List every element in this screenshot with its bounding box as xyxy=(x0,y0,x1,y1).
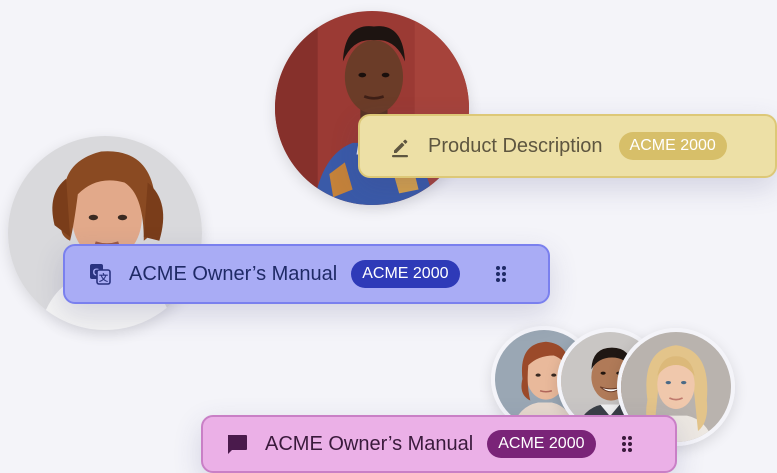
card-title: Product Description xyxy=(428,134,603,157)
drag-handle-icon[interactable] xyxy=(618,433,636,455)
product-description-card[interactable]: Product Description ACME 2000 xyxy=(358,114,777,178)
translate-icon: G 文 xyxy=(87,261,113,287)
product-badge: ACME 2000 xyxy=(487,430,596,458)
owners-manual-card-blue[interactable]: G 文 ACME Owner’s Manual ACME 2000 xyxy=(63,244,550,304)
pen-icon xyxy=(387,133,413,159)
product-badge: ACME 2000 xyxy=(351,260,460,288)
card-title: ACME Owner’s Manual xyxy=(265,432,474,455)
card-title: ACME Owner’s Manual xyxy=(129,262,338,285)
svg-text:文: 文 xyxy=(98,272,109,283)
owners-manual-card-pink[interactable]: ACME Owner’s Manual ACME 2000 xyxy=(201,415,677,473)
drag-handle-icon[interactable] xyxy=(492,263,510,285)
product-badge: ACME 2000 xyxy=(618,132,727,160)
chat-bubble-icon xyxy=(224,431,250,457)
